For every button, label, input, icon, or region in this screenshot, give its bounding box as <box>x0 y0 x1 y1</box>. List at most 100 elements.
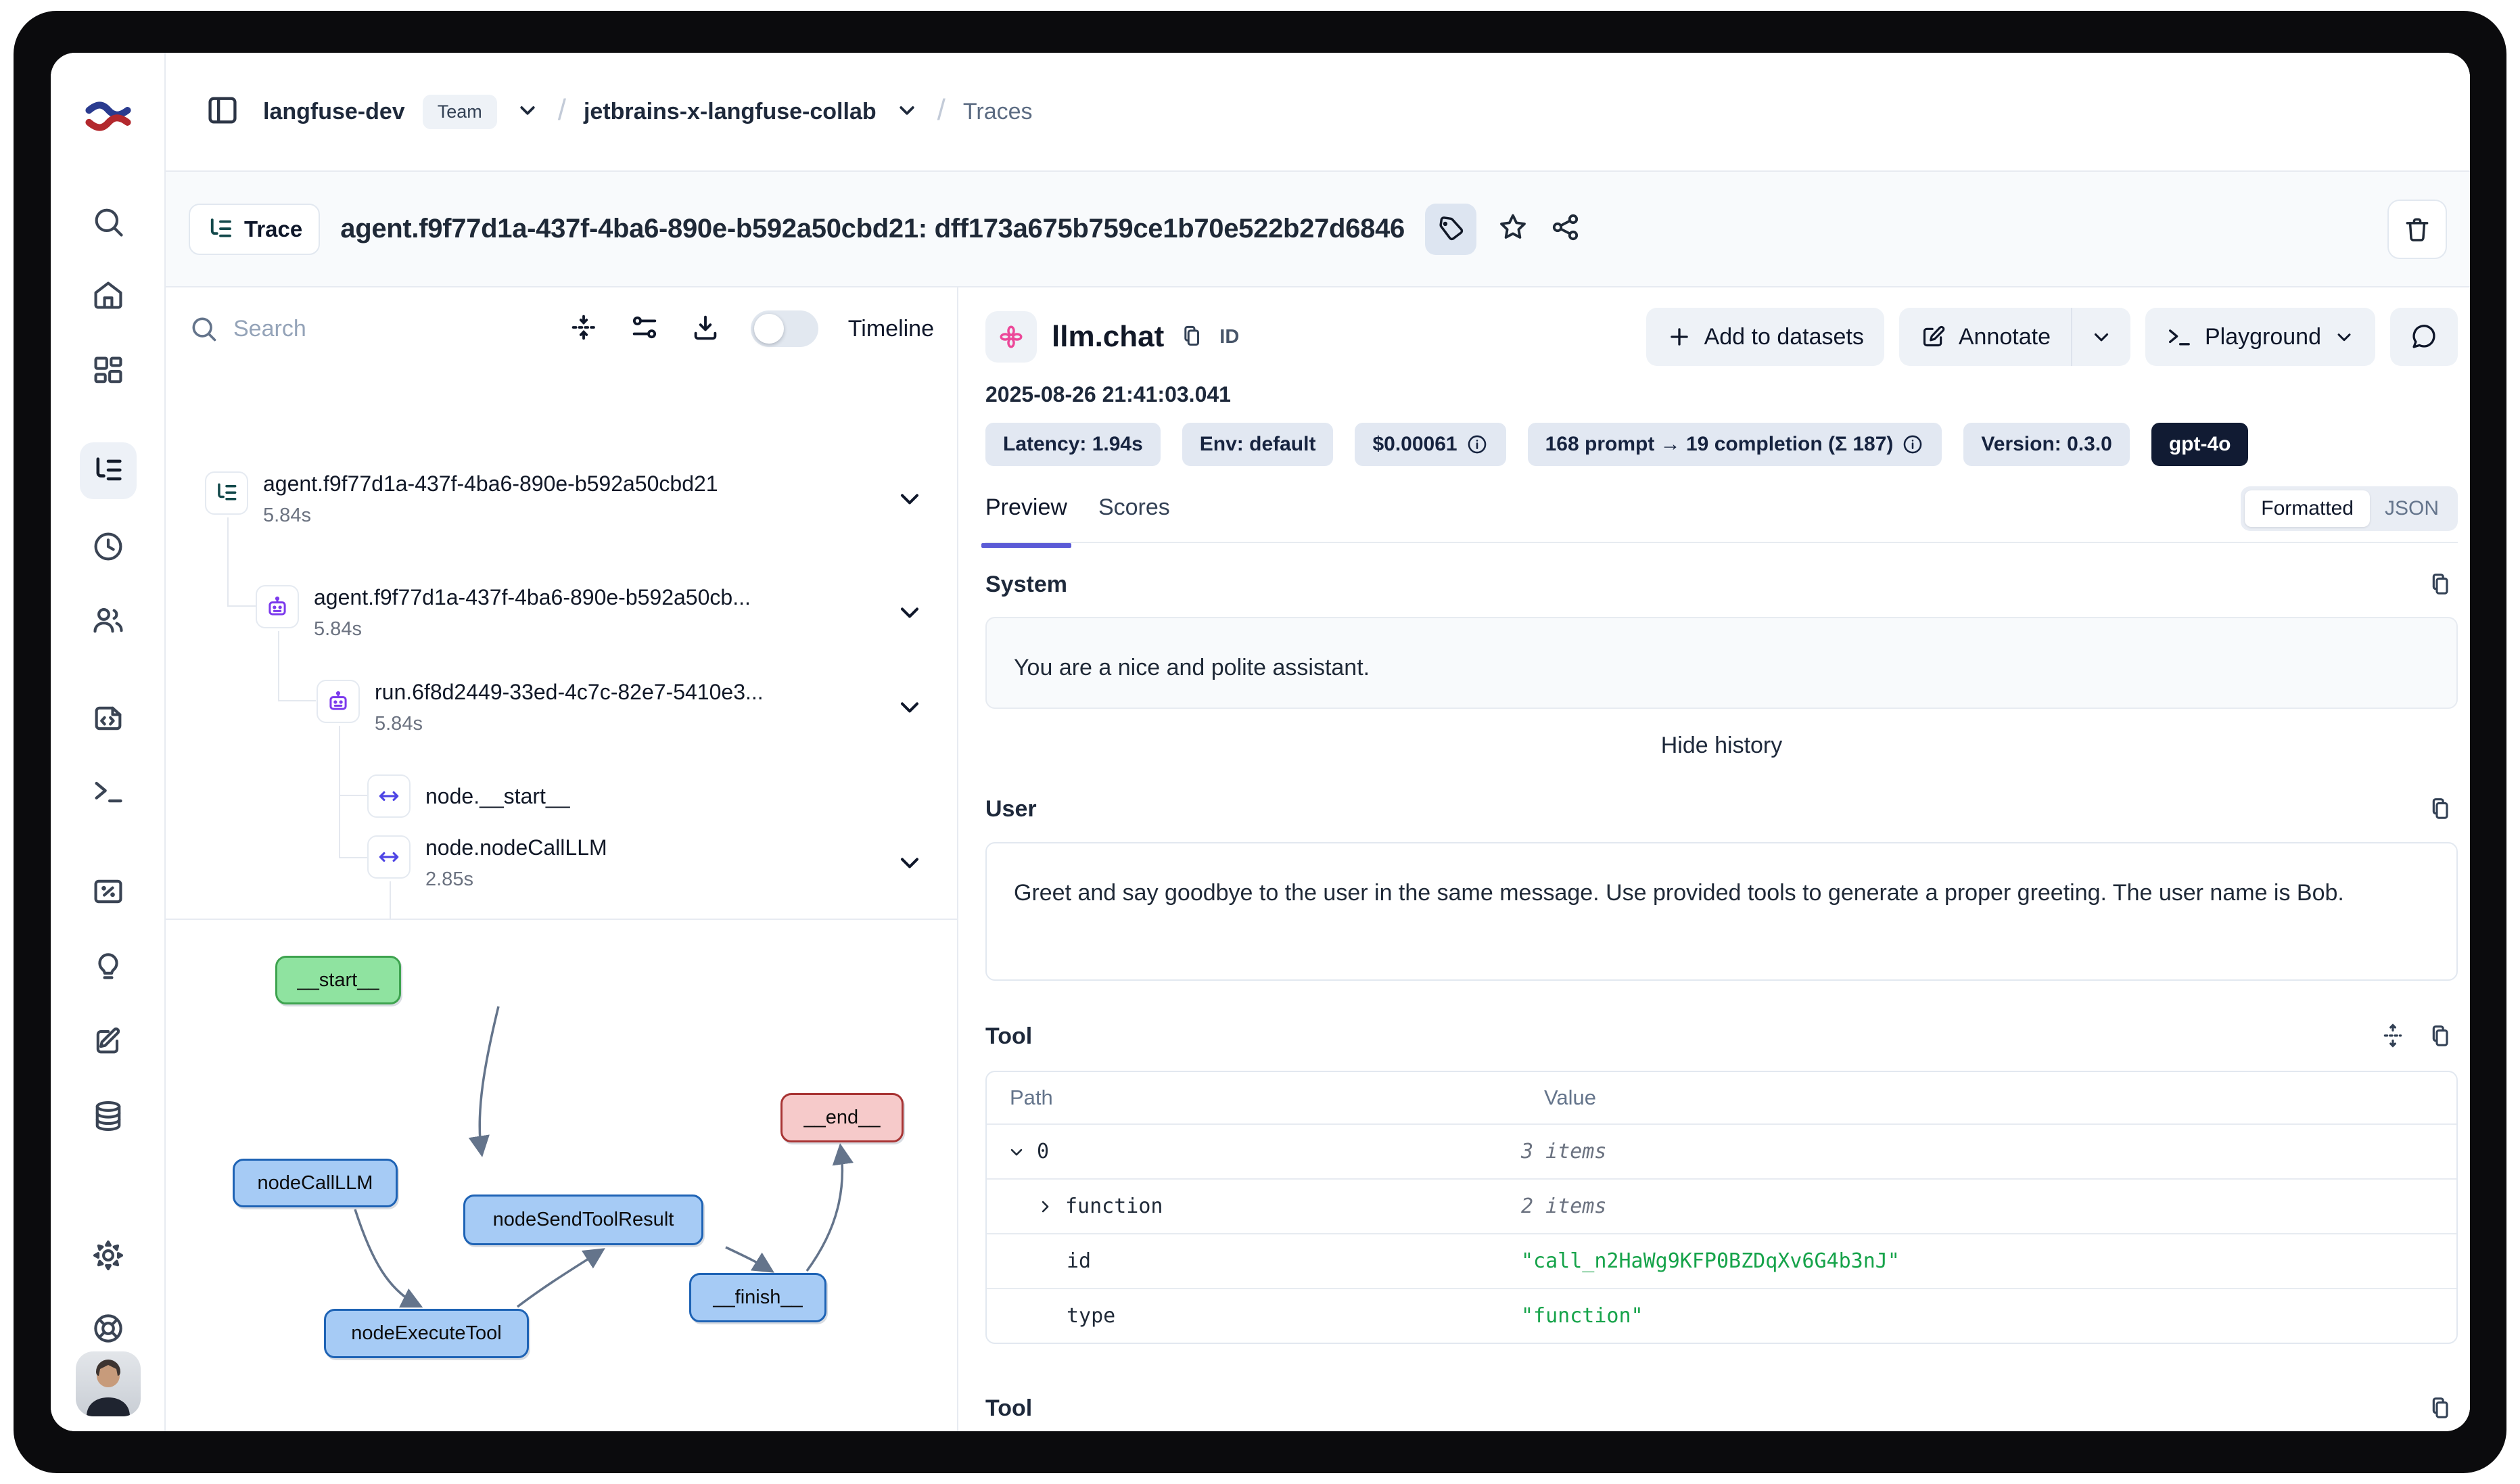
system-message: You are a nice and polite assistant. <box>985 617 2458 709</box>
sidebar-item-tracing[interactable] <box>80 442 137 499</box>
expand-icon[interactable] <box>2379 1022 2406 1052</box>
tab-preview[interactable]: Preview <box>985 490 1067 521</box>
span-arrows-icon <box>367 835 411 879</box>
graph-node-start[interactable]: __start__ <box>275 956 401 1004</box>
tree-row-chevron-icon[interactable] <box>895 692 925 725</box>
search-icon <box>189 314 218 344</box>
panel-toggle-icon[interactable] <box>205 93 240 131</box>
add-to-datasets-button[interactable]: Add to datasets <box>1646 308 1884 366</box>
search-placeholder: Search <box>233 316 306 342</box>
playground-button[interactable]: Playground <box>2145 308 2375 366</box>
timeline-toggle[interactable] <box>751 310 818 347</box>
terminal-icon <box>2166 323 2193 350</box>
search-input[interactable]: Search <box>189 314 538 344</box>
trace-type-badge: Trace <box>189 204 320 255</box>
tree-row-chevron-icon[interactable] <box>895 484 925 517</box>
plus-icon <box>1666 324 1692 350</box>
format-json[interactable]: JSON <box>2370 490 2454 527</box>
format-formatted[interactable]: Formatted <box>2245 490 2370 527</box>
sidebar-item-dashboards[interactable] <box>80 342 137 399</box>
timeline-label: Timeline <box>848 316 934 342</box>
sidebar-item-support[interactable] <box>80 1300 137 1357</box>
span-duration: 2.85s <box>425 868 607 891</box>
sidebar-item-annotation[interactable] <box>80 1012 137 1069</box>
star-icon[interactable] <box>1497 211 1529 247</box>
view-settings-icon[interactable] <box>629 312 660 346</box>
breadcrumb-page[interactable]: Traces <box>963 99 1033 125</box>
nav-rail <box>51 53 166 1431</box>
copy-icon[interactable] <box>2427 1022 2454 1052</box>
sidebar-item-evaluation[interactable] <box>80 863 137 920</box>
sidebar-item-settings[interactable] <box>80 1227 137 1284</box>
span-arrows-icon <box>367 774 411 818</box>
graph-node-end[interactable]: __end__ <box>780 1093 904 1142</box>
span-duration: 5.84s <box>314 618 751 641</box>
tag-icon[interactable] <box>1425 204 1476 255</box>
breadcrumb-project[interactable]: jetbrains-x-langfuse-collab <box>584 99 877 125</box>
graph-node-sendtoolresult[interactable]: nodeSendToolResult <box>463 1195 703 1245</box>
tree-row-node-callllm[interactable]: node.nodeCallLLM 2.85s <box>367 835 607 891</box>
model-badge[interactable]: gpt-4o <box>2151 423 2249 466</box>
delete-trace-button[interactable] <box>2387 200 2447 259</box>
column-path: Path <box>987 1086 1521 1110</box>
sidebar-item-insights[interactable] <box>80 937 137 994</box>
table-row: type "function" <box>987 1288 2456 1343</box>
user-section-label: User <box>985 796 1037 822</box>
download-icon[interactable] <box>690 312 721 346</box>
id-label: ID <box>1219 326 1239 348</box>
trace-title-bar: Trace agent.f9f77d1a-437f-4ba6-890e-b592… <box>166 170 2470 287</box>
tab-scores[interactable]: Scores <box>1098 490 1170 521</box>
cost-badge[interactable]: $0.00061 <box>1355 423 1506 466</box>
tree-connector <box>278 700 316 701</box>
hide-history-link[interactable]: Hide history <box>985 733 2458 759</box>
copy-id-icon[interactable] <box>1179 323 1205 352</box>
tokens-badge[interactable]: 168 prompt → 19 completion (Σ 187) <box>1528 423 1942 466</box>
comments-button[interactable] <box>2390 308 2458 366</box>
copy-icon[interactable] <box>2427 570 2454 601</box>
breadcrumb-org[interactable]: langfuse-dev <box>263 99 405 125</box>
copy-icon[interactable] <box>2427 1394 2454 1424</box>
info-icon <box>1466 433 1489 456</box>
format-toggle: Formatted JSON <box>2241 486 2458 531</box>
graph-node-executetool[interactable]: nodeExecuteTool <box>324 1309 529 1358</box>
sidebar-item-sessions[interactable] <box>80 518 137 575</box>
user-message: Greet and say goodbye to the user in the… <box>985 842 2458 981</box>
tree-row-trace[interactable]: agent.f9f77d1a-437f-4ba6-890e-b592a50cbd… <box>205 471 718 527</box>
share-icon[interactable] <box>1549 211 1582 247</box>
org-plan-badge: Team <box>423 95 497 129</box>
copy-icon[interactable] <box>2427 795 2454 825</box>
annotate-pencil-icon <box>1919 323 1946 350</box>
user-avatar[interactable] <box>76 1351 141 1416</box>
annotate-dropdown-chevron[interactable] <box>2072 308 2130 366</box>
table-row[interactable]: function 2 items <box>987 1178 2456 1233</box>
tree-row-chevron-icon[interactable] <box>895 848 925 881</box>
sidebar-item-datasets[interactable] <box>80 1088 137 1144</box>
tree-connector <box>278 631 279 701</box>
tree-row-node-start[interactable]: node.__start__ <box>367 774 570 818</box>
graph-node-finish[interactable]: __finish__ <box>689 1273 826 1322</box>
env-badge: Env: default <box>1182 423 1334 466</box>
sidebar-item-search[interactable] <box>80 193 137 250</box>
column-value: Value <box>1521 1086 2456 1110</box>
toggle-knob <box>754 314 784 344</box>
langfuse-logo-icon[interactable] <box>83 91 134 145</box>
project-chevron-down-icon[interactable] <box>894 97 920 126</box>
user-section-actions <box>2427 795 2454 825</box>
sidebar-item-playground[interactable] <box>80 763 137 820</box>
sidebar-item-home[interactable] <box>80 266 137 323</box>
table-row[interactable]: 0 3 items <box>987 1123 2456 1178</box>
tree-row-agent[interactable]: agent.f9f77d1a-437f-4ba6-890e-b592a50cb.… <box>256 585 751 641</box>
system-section-label: System <box>985 572 1067 598</box>
span-name: agent.f9f77d1a-437f-4ba6-890e-b592a50cbd… <box>263 471 718 496</box>
sidebar-item-prompts[interactable] <box>80 690 137 747</box>
tree-row-chevron-icon[interactable] <box>895 597 925 630</box>
span-name: agent.f9f77d1a-437f-4ba6-890e-b592a50cb.… <box>314 585 751 610</box>
breadcrumb-separator: / <box>558 93 566 127</box>
collapse-all-icon[interactable] <box>568 312 599 346</box>
tree-row-run[interactable]: run.6f8d2449-33ed-4c7c-82e7-5410e3... 5.… <box>317 680 764 735</box>
agent-robot-icon <box>256 585 299 628</box>
graph-node-callllm[interactable]: nodeCallLLM <box>233 1159 398 1207</box>
annotate-button[interactable]: Annotate <box>1899 308 2072 366</box>
sidebar-item-users[interactable] <box>80 591 137 648</box>
org-chevron-down-icon[interactable] <box>515 97 540 126</box>
